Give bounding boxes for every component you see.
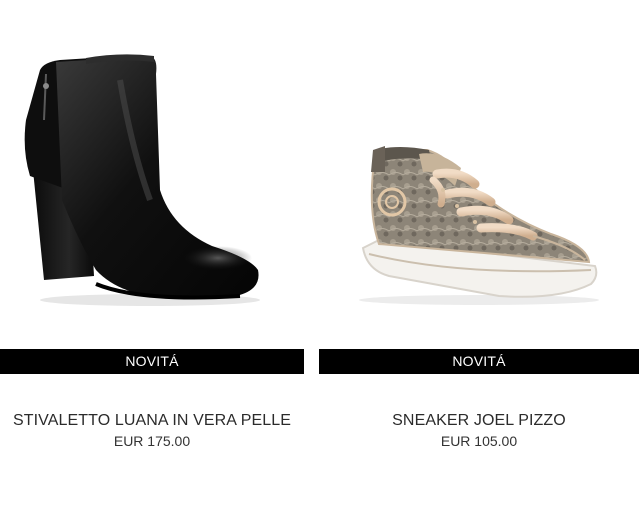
product-price: EUR 175.00 bbox=[113, 433, 191, 449]
product-image-boot[interactable] bbox=[0, 0, 304, 348]
product-image-sneaker[interactable] bbox=[319, 0, 639, 348]
product-card-sneaker[interactable]: NOVITÁ SNEAKER JOEL PIZZO EUR 105.00 bbox=[319, 0, 639, 508]
new-badge: NOVITÁ bbox=[0, 349, 304, 374]
product-name[interactable]: STIVALETTO LUANA IN VERA PELLE bbox=[0, 411, 304, 431]
new-badge: NOVITÁ bbox=[319, 349, 639, 374]
lace-sneaker-image bbox=[359, 146, 599, 305]
product-price: EUR 105.00 bbox=[440, 433, 518, 449]
product-name[interactable]: SNEAKER JOEL PIZZO bbox=[319, 411, 639, 431]
product-card-boot[interactable]: NOVITÁ STIVALETTO LUANA IN VERA PELLE EU… bbox=[0, 0, 304, 508]
ankle-boot-image bbox=[24, 54, 260, 306]
